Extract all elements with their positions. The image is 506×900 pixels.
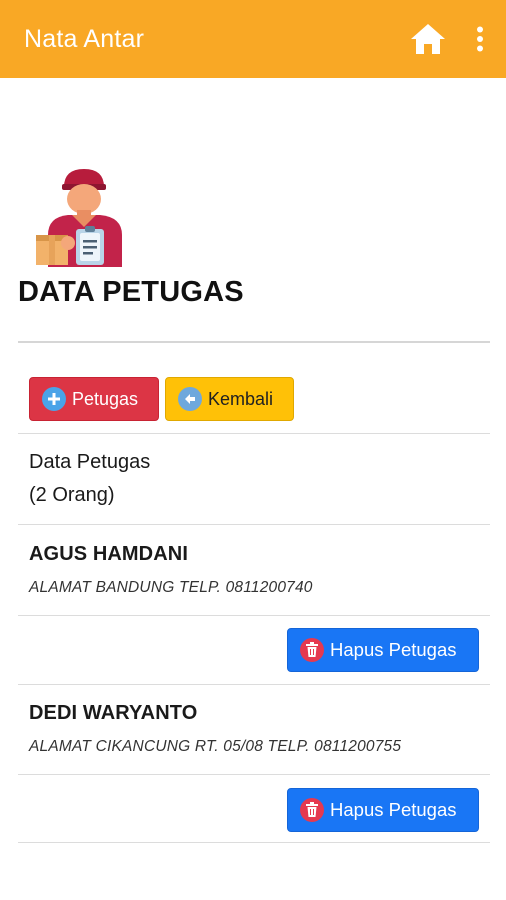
divider: [18, 842, 490, 843]
add-officer-label: Petugas: [72, 388, 139, 409]
app-bar: Nata Antar: [0, 0, 506, 78]
plus-icon: [42, 387, 66, 411]
divider: [18, 524, 490, 525]
app-title: Nata Antar: [24, 24, 145, 53]
delete-officer-button[interactable]: Hapus Petugas: [287, 628, 479, 672]
back-label: Kembali: [208, 388, 274, 409]
page-title: DATA PETUGAS: [18, 276, 244, 308]
delete-officer-label: Hapus Petugas: [330, 639, 457, 660]
divider: [18, 684, 490, 685]
officer-name: AGUS HAMDANI: [29, 543, 188, 565]
title-divider: [18, 341, 490, 343]
back-button[interactable]: Kembali: [165, 377, 294, 421]
add-officer-button[interactable]: Petugas: [29, 377, 159, 421]
officer-detail: ALAMAT CIKANCUNG RT. 05/08 TELP. 0811200…: [29, 738, 402, 755]
divider: [18, 433, 490, 434]
more-vert-icon[interactable]: [470, 19, 490, 59]
summary-title: Data Petugas: [29, 451, 151, 473]
officer-detail: ALAMAT BANDUNG TELP. 0811200740: [29, 579, 313, 596]
divider: [18, 615, 490, 616]
divider: [18, 774, 490, 775]
officer-name: DEDI WARYANTO: [29, 702, 198, 724]
delete-officer-button[interactable]: Hapus Petugas: [287, 788, 479, 832]
summary-count: (2 Orang): [29, 484, 115, 506]
home-icon[interactable]: [408, 19, 448, 59]
arrow-left-icon: [178, 387, 202, 411]
courier-person-icon: [34, 165, 126, 267]
delete-officer-label: Hapus Petugas: [330, 799, 457, 820]
trash-icon: [300, 798, 324, 822]
trash-icon: [300, 638, 324, 662]
